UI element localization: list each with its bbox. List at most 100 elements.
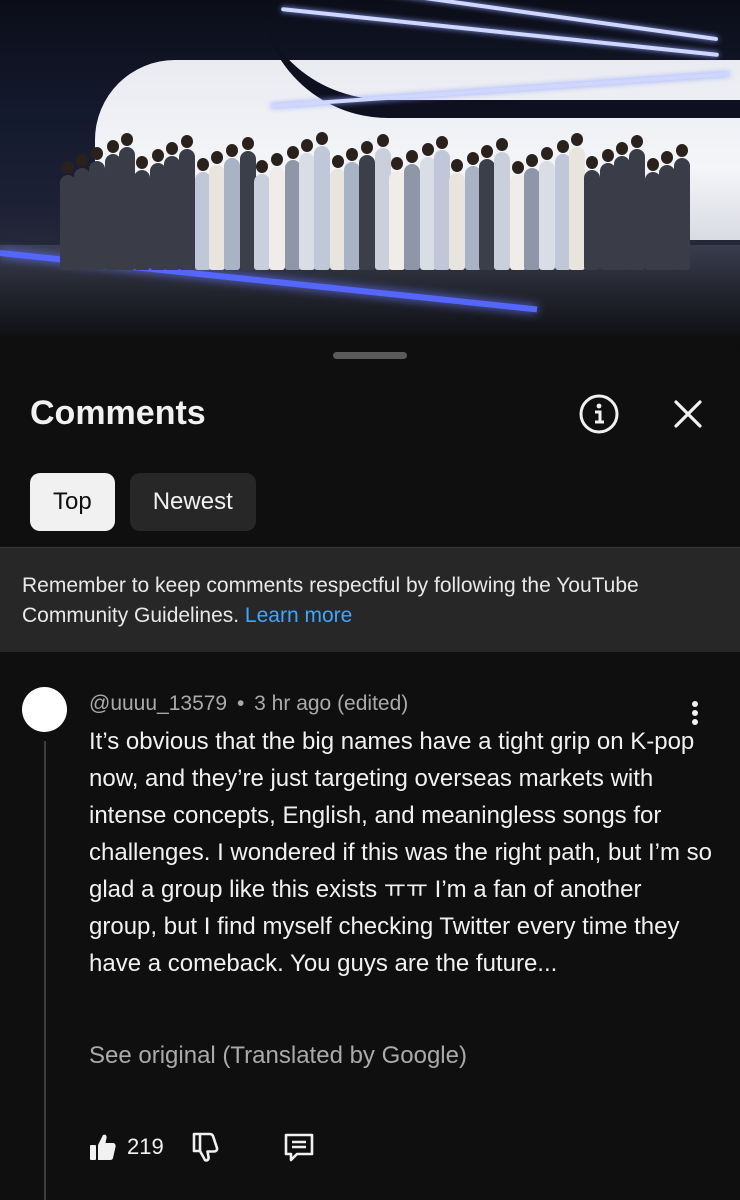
dislike-button[interactable] — [190, 1127, 220, 1167]
drag-handle[interactable] — [333, 352, 407, 359]
performer-silhouette — [209, 151, 225, 270]
like-count: 219 — [127, 1134, 164, 1159]
performer-silhouette — [434, 136, 450, 270]
performer-head — [91, 147, 103, 160]
guidelines-text: Remember to keep comments respectful by … — [22, 571, 722, 631]
performer-head — [526, 154, 538, 167]
reply-button[interactable] — [283, 1127, 315, 1167]
performer-silhouette — [614, 142, 630, 270]
performer-head — [152, 149, 164, 162]
performer-head — [287, 146, 299, 159]
guidelines-banner: Remember to keep comments respectful by … — [0, 547, 740, 652]
performer-silhouette — [134, 156, 150, 270]
comment-meta: @uuuu_13579 • 3 hr ago (edited) — [89, 692, 408, 716]
performer-silhouette — [539, 147, 555, 270]
like-button[interactable]: 219 — [89, 1127, 164, 1167]
see-original-link[interactable]: See original (Translated by Google) — [89, 1042, 467, 1070]
performer-silhouette — [584, 156, 600, 270]
performer-silhouette — [479, 145, 495, 270]
performer-head — [181, 135, 193, 148]
performer-head — [361, 141, 373, 154]
comment-author[interactable]: @uuuu_13579 — [89, 692, 227, 715]
performer-head — [602, 149, 614, 162]
close-button[interactable] — [666, 392, 710, 436]
performer-head — [271, 153, 283, 166]
performer-head — [586, 156, 598, 169]
performer-head — [242, 137, 254, 150]
performer-head — [631, 135, 643, 148]
performer-head — [406, 150, 418, 163]
performer-head — [197, 158, 209, 171]
performer-head — [332, 155, 344, 168]
close-icon — [674, 400, 702, 428]
performer-silhouette — [224, 144, 240, 270]
performer-silhouette — [389, 157, 405, 270]
comments-sheet: Comments Top Newest Remember to keep com… — [0, 337, 740, 1200]
performer-head — [391, 157, 403, 170]
performer-head — [136, 156, 148, 169]
performer-head — [436, 136, 448, 149]
performer-silhouette — [314, 132, 330, 270]
performer-head — [301, 139, 313, 152]
performer-head — [211, 151, 223, 164]
performers-group — [60, 120, 700, 270]
performer-head — [316, 132, 328, 145]
performer-head — [256, 160, 268, 173]
performer-silhouette — [254, 160, 270, 270]
performer-head — [647, 158, 659, 171]
sort-chips: Top Newest — [30, 473, 256, 531]
performer-head — [121, 133, 133, 146]
info-icon — [579, 394, 619, 434]
performer-head — [676, 144, 688, 157]
performer-head — [541, 147, 553, 160]
performer-head — [62, 161, 74, 174]
video-player[interactable] — [0, 0, 740, 335]
performer-silhouette — [269, 153, 285, 270]
performer-head — [661, 151, 673, 164]
performer-silhouette — [164, 142, 180, 270]
performer-silhouette — [119, 133, 135, 270]
info-button[interactable] — [577, 392, 621, 436]
reply-comment-icon — [284, 1133, 314, 1162]
thread-line — [44, 741, 46, 1200]
performer-silhouette — [404, 150, 420, 270]
chip-newest[interactable]: Newest — [129, 473, 256, 531]
performer-head — [422, 143, 434, 156]
performer-silhouette — [674, 144, 690, 270]
thumbs-down-icon — [192, 1132, 219, 1162]
performer-silhouette — [494, 138, 510, 270]
avatar[interactable] — [22, 687, 67, 732]
meta-separator: • — [236, 692, 245, 715]
performer-head — [481, 145, 493, 158]
performer-silhouette — [569, 133, 585, 270]
panel-title: Comments — [30, 394, 206, 432]
performer-head — [496, 138, 508, 151]
performer-head — [451, 159, 463, 172]
performer-silhouette — [629, 135, 645, 270]
performer-silhouette — [344, 148, 360, 270]
comment-time: 3 hr ago (edited) — [254, 692, 409, 715]
performer-head — [512, 161, 524, 174]
performer-head — [557, 140, 569, 153]
learn-more-link[interactable]: Learn more — [245, 604, 352, 627]
performer-silhouette — [89, 147, 105, 270]
performer-silhouette — [299, 139, 315, 270]
performer-head — [346, 148, 358, 161]
performer-head — [616, 142, 628, 155]
performer-head — [166, 142, 178, 155]
thumbs-up-icon — [90, 1134, 116, 1160]
performer-head — [377, 134, 389, 147]
performer-head — [226, 144, 238, 157]
performer-head — [107, 140, 119, 153]
performer-silhouette — [524, 154, 540, 270]
performer-head — [76, 154, 88, 167]
performer-silhouette — [449, 159, 465, 270]
comment-body: It’s obvious that the big names have a t… — [89, 728, 713, 977]
chip-top[interactable]: Top — [30, 473, 115, 531]
performer-silhouette — [179, 135, 195, 270]
performer-silhouette — [659, 151, 675, 270]
performer-silhouette — [74, 154, 90, 270]
performer-head — [571, 133, 583, 146]
performer-silhouette — [359, 141, 375, 270]
performer-head — [467, 152, 479, 165]
